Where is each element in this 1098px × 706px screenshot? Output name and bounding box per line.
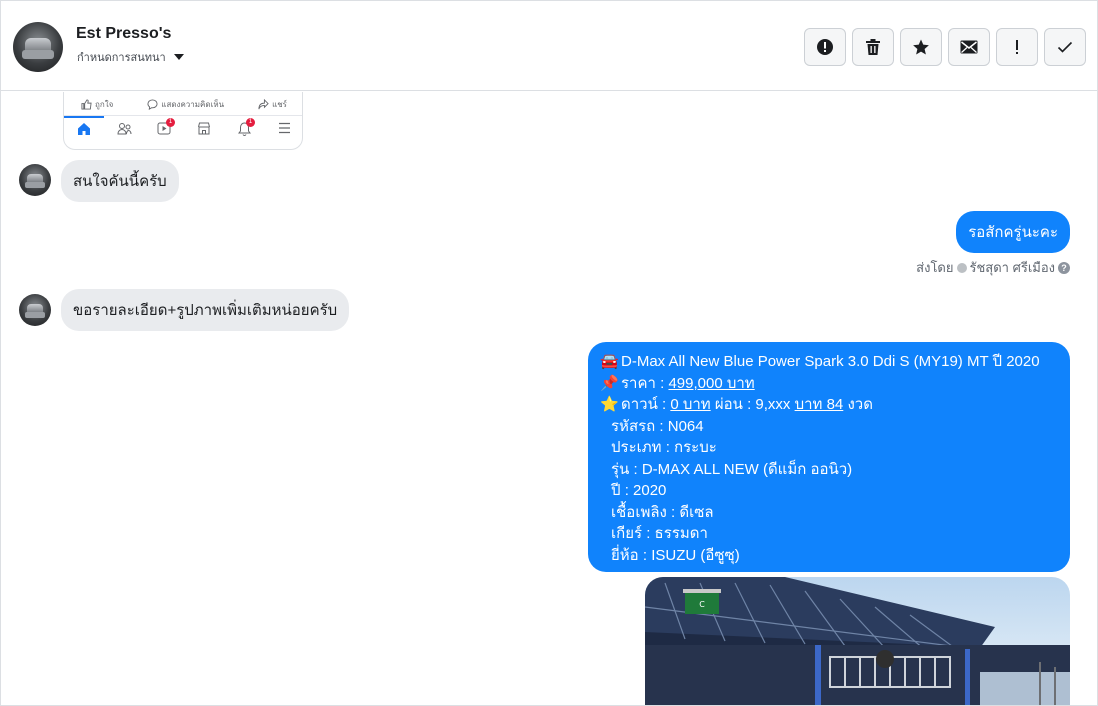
marketplace-icon — [194, 122, 214, 140]
outgoing-message[interactable]: รอสักครู่นะคะ — [956, 211, 1070, 253]
assign-conversation-label: กำหนดการสนทนา — [77, 52, 166, 64]
conversation-header: Est Presso's กำหนดการสนทนา — [1, 1, 1097, 91]
caret-down-icon — [173, 54, 184, 60]
car-emoji-icon: 🚘 — [600, 353, 619, 370]
delete-button[interactable] — [852, 28, 894, 66]
pushpin-emoji-icon: 📌 — [600, 374, 619, 392]
menu-icon — [274, 122, 294, 140]
mark-done-button[interactable] — [1044, 28, 1086, 66]
thumbs-up-icon — [81, 99, 92, 110]
share-label: แชร์ — [272, 100, 287, 109]
down-payment-link[interactable]: 0 บาท — [670, 396, 710, 413]
sent-by-info: ส่งโดย รัชสุดา ศรีเมือง ? — [916, 257, 1070, 278]
listing-fuel: เชื้อเพลิง : ดีเซล — [611, 503, 714, 521]
comment-action: แสดงความคิดเห็น — [147, 98, 224, 111]
price-link[interactable]: 499,000 บาท — [668, 375, 754, 392]
sent-by-name[interactable]: รัชสุดา ศรีเมือง — [970, 257, 1056, 278]
listing-gear: เกียร์ : ธรรมดา — [611, 525, 708, 542]
car-lot-image: C — [645, 577, 1070, 705]
star-icon — [913, 39, 929, 55]
comment-label: แสดงความคิดเห็น — [161, 100, 225, 109]
facebook-bottom-nav: 1 1 — [64, 116, 302, 149]
down-label: ดาวน์ : — [621, 396, 671, 413]
shared-post-preview[interactable]: ถูกใจ แสดงความคิดเห็น แชร์ 1 1 — [63, 92, 303, 150]
installment-suffix: งวด — [843, 396, 873, 413]
incoming-message[interactable]: สนใจคันนี้ครับ — [61, 160, 179, 202]
contact-avatar[interactable] — [13, 22, 63, 72]
assign-conversation-dropdown[interactable]: กำหนดการสนทนา — [77, 48, 184, 66]
notifications-badge: 1 — [246, 118, 255, 127]
incoming-message[interactable]: ขอรายละเอียด+รูปภาพเพิ่มเติมหน่อยครับ — [61, 289, 350, 331]
exclamation-icon — [1016, 40, 1018, 54]
listing-price-line: 📌 ราคา : 499,000 บาท — [600, 373, 1058, 395]
sender-avatar — [19, 164, 51, 196]
listing-title-line: 🚘 D-Max All New Blue Power Spark 3.0 Ddi … — [600, 351, 1058, 373]
watch-badge: 1 — [166, 118, 175, 127]
page-admin-icon — [956, 262, 967, 273]
sender-avatar — [19, 294, 51, 326]
listing-type: ประเภท : กระบะ — [611, 439, 717, 456]
like-action: ถูกใจ — [81, 98, 113, 111]
share-action: แชร์ — [258, 98, 287, 111]
help-icon[interactable]: ? — [1058, 261, 1070, 274]
mark-spam-button[interactable] — [804, 28, 846, 66]
installment-label: ผ่อน : 9,xxx — [710, 396, 795, 413]
mark-unread-button[interactable] — [948, 28, 990, 66]
listing-year: ปี : 2020 — [611, 482, 667, 499]
share-icon — [258, 99, 269, 110]
comment-icon — [147, 99, 158, 110]
sent-by-label: ส่งโดย — [916, 260, 954, 275]
message-thread[interactable]: ถูกใจ แสดงความคิดเห็น แชร์ 1 1 สนใจคันนี… — [1, 92, 1097, 705]
home-icon — [64, 116, 104, 140]
price-label: ราคา : — [621, 374, 669, 392]
star-button[interactable] — [900, 28, 942, 66]
notifications-icon: 1 — [234, 118, 255, 140]
watch-icon: 1 — [154, 118, 175, 140]
car-photo[interactable]: C — [645, 577, 1070, 705]
listing-code: รหัสรถ : N064 — [611, 417, 704, 435]
listing-down-line: ⭐ ดาวน์ : 0 บาท ผ่อน : 9,xxx บาท 84 งวด — [600, 394, 1058, 416]
alert-circle-icon — [817, 39, 833, 55]
follow-up-button[interactable] — [996, 28, 1038, 66]
listing-message[interactable]: 🚘 D-Max All New Blue Power Spark 3.0 Ddi … — [588, 342, 1070, 572]
envelope-icon — [960, 40, 978, 54]
conversation-window: Est Presso's กำหนดการสนทนา ถูกใจ แสดงควา… — [0, 0, 1098, 706]
trash-icon — [866, 39, 880, 55]
lot-sign-text: C — [699, 600, 705, 609]
like-label: ถูกใจ — [95, 100, 114, 109]
contact-name[interactable]: Est Presso's — [76, 25, 171, 43]
conversation-toolbar — [804, 28, 1086, 66]
friends-icon — [114, 122, 134, 140]
installment-link[interactable]: บาท 84 — [795, 396, 844, 413]
listing-brand: ยี่ห้อ : ISUZU (อีซูซุ) — [611, 546, 740, 564]
post-actions-bar: ถูกใจ แสดงความคิดเห็น แชร์ — [64, 94, 302, 116]
star-emoji-icon: ⭐ — [600, 396, 619, 413]
listing-title: D-Max All New Blue Power Spark 3.0 Ddi S… — [621, 353, 1040, 370]
checkmark-icon — [1057, 41, 1073, 53]
listing-model: รุ่น : D-MAX ALL NEW (ดีแม็ก ออนิว) — [611, 460, 853, 478]
